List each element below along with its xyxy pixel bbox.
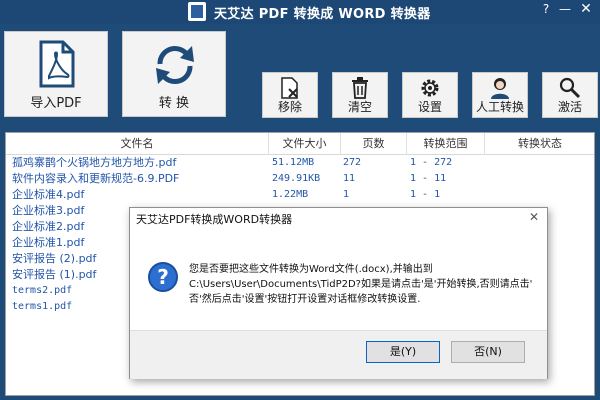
import-pdf-button[interactable]: 导入PDF — [4, 31, 108, 117]
dialog-message-line-2: C:\Users\User\Documents\TidP2D?如果是请点击'是'… — [189, 279, 533, 290]
close-window-button[interactable]: ✕ — [574, 0, 598, 20]
title-bar: 天艾达 PDF 转换成 WORD 转换器 ? — ✕ — [0, 0, 600, 24]
key-search-icon — [559, 77, 581, 99]
table-row[interactable]: 软件内容录入和更新规范-6.9.PDF 249.91KB 11 1 - 11 — [6, 171, 594, 187]
column-header-size[interactable]: 文件大小 — [269, 133, 341, 155]
clear-button[interactable]: 清空 — [332, 72, 388, 118]
person-icon — [491, 78, 509, 99]
file-pages: 272 — [343, 157, 362, 168]
remove-label: 移除 — [277, 100, 302, 114]
file-size: 51.12MB — [272, 157, 315, 168]
confirm-dialog: 天艾达PDF转换成WORD转换器 ✕ ? 您是否要把这些文件转换为Word文件(… — [129, 207, 548, 379]
dialog-message-line-3: 否'然后点击'设置'按钮打开设置对话框修改转换设置. — [189, 294, 421, 305]
file-list-header: 文件名 文件大小 页数 转换范围 转换状态 — [6, 133, 594, 155]
manual-convert-label: 人工转换 — [475, 100, 524, 114]
file-size: 249.91KB — [272, 173, 321, 184]
file-name: 孤鸡寨鹊个火锅地方地方地方.pdf — [12, 156, 177, 169]
column-header-name[interactable]: 文件名 — [6, 133, 269, 155]
pdf-file-icon — [39, 40, 75, 88]
remove-button[interactable]: 移除 — [262, 72, 318, 118]
convert-label: 转 换 — [158, 96, 190, 111]
column-header-status[interactable]: 转换状态 — [485, 133, 595, 155]
table-row[interactable]: 孤鸡寨鹊个火锅地方地方地方.pdf 51.12MB 272 1 - 272 — [6, 155, 594, 171]
file-pages: 1 — [343, 189, 350, 200]
dialog-close-icon[interactable]: ✕ — [529, 210, 539, 224]
column-header-pages[interactable]: 页数 — [341, 133, 407, 155]
column-header-range[interactable]: 转换范围 — [407, 133, 485, 155]
gear-icon — [421, 79, 439, 97]
import-pdf-label: 导入PDF — [30, 96, 82, 111]
dialog-title: 天艾达PDF转换成WORD转换器 — [136, 213, 293, 226]
dialog-footer: 是(Y) 否(N) — [130, 330, 547, 379]
dialog-body: ? 您是否要把这些文件转换为Word文件(.docx),并输出到 C:\User… — [130, 230, 547, 330]
file-pages: 11 — [343, 173, 356, 184]
yes-button[interactable]: 是(Y) — [366, 341, 440, 363]
app-logo-icon — [188, 2, 206, 21]
remove-file-icon — [281, 77, 298, 99]
manual-convert-button[interactable]: 人工转换 — [472, 72, 528, 118]
file-range: 1 - 272 — [410, 157, 453, 168]
minimize-button[interactable]: — — [556, 0, 574, 20]
refresh-icon — [156, 45, 194, 85]
trash-icon — [352, 77, 368, 99]
toolbar: 导入PDF 转 换 移除 清空 设置 人工转换 激活 — [0, 24, 600, 128]
help-button[interactable]: ? — [536, 0, 556, 20]
file-range: 1 - 11 — [410, 173, 447, 184]
dialog-message-line-1: 您是否要把这些文件转换为Word文件(.docx),并输出到 — [189, 264, 433, 275]
table-row[interactable]: 企业标准4.pdf 1.22MB 1 1 - 1 — [6, 187, 594, 203]
dialog-message: 您是否要把这些文件转换为Word文件(.docx),并输出到 C:\Users\… — [189, 262, 539, 307]
file-name: 软件内容录入和更新规范-6.9.PDF — [12, 172, 180, 185]
activate-button[interactable]: 激活 — [542, 72, 598, 118]
window-title: 天艾达 PDF 转换成 WORD 转换器 — [214, 7, 431, 22]
file-range: 1 - 1 — [410, 189, 441, 200]
clear-label: 清空 — [347, 100, 372, 114]
settings-label: 设置 — [417, 100, 442, 114]
file-size: 1.22MB — [272, 189, 309, 200]
file-name: 企业标准4.pdf — [12, 188, 85, 201]
convert-button[interactable]: 转 换 — [122, 31, 226, 117]
question-icon: ? — [148, 262, 178, 292]
activate-label: 激活 — [557, 100, 582, 114]
settings-button[interactable]: 设置 — [402, 72, 458, 118]
no-button[interactable]: 否(N) — [451, 341, 525, 363]
